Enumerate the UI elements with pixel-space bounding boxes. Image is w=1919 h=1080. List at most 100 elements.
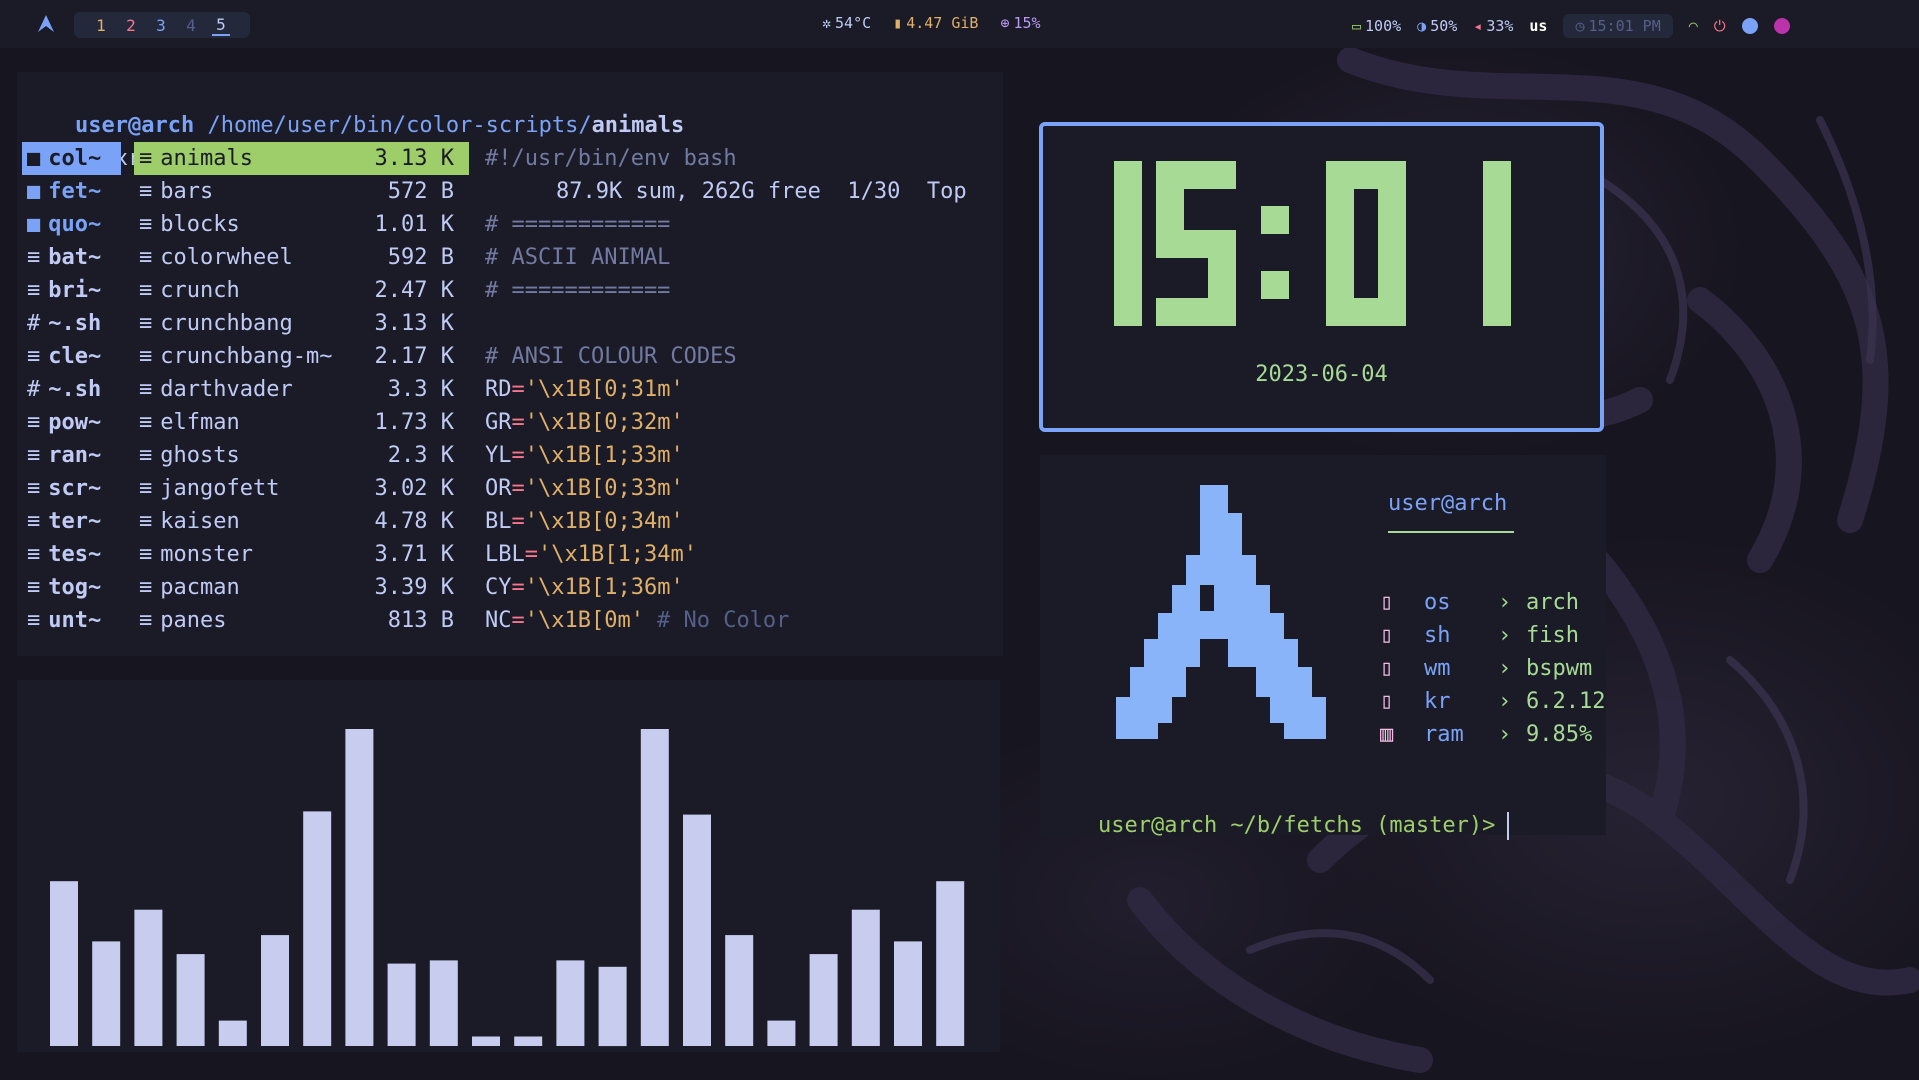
workspace-4[interactable]: 4 bbox=[182, 16, 200, 35]
file-icon: ≡ bbox=[139, 146, 153, 171]
brightness-stat[interactable]: ◑ 50% bbox=[1417, 17, 1457, 35]
preview-line: LBL='\x1B[1;34m' bbox=[485, 538, 697, 571]
var-value: '\x1B[0;31m' bbox=[524, 377, 684, 402]
volume-stat[interactable]: ◂ 33% bbox=[1473, 17, 1513, 35]
file-name: jangofett bbox=[160, 476, 280, 501]
file-name: blocks bbox=[160, 212, 240, 237]
parent-item[interactable]: ≡ tes~ bbox=[27, 538, 101, 571]
workspace-3[interactable]: 3 bbox=[152, 16, 170, 35]
visualizer-bar bbox=[598, 966, 627, 1047]
app-icon[interactable] bbox=[1773, 18, 1790, 34]
file-icon: ≡ bbox=[139, 179, 153, 204]
parent-item[interactable]: ■ fet~ bbox=[27, 175, 101, 208]
file-item[interactable]: ≡ ghosts 2.3 K bbox=[139, 439, 464, 472]
file-item[interactable]: ≡ kaisen 4.78 K bbox=[139, 505, 464, 538]
parent-item[interactable]: # ~.sh bbox=[27, 373, 101, 406]
preview-text: # ASCII ANIMAL bbox=[485, 245, 671, 270]
folder-icon: ■ bbox=[27, 146, 41, 171]
folder-icon: ■ bbox=[27, 179, 41, 204]
fetch-underline bbox=[1388, 531, 1514, 533]
workspace-5[interactable]: 5 bbox=[212, 15, 230, 36]
preview-line: GR='\x1B[0;32m' bbox=[485, 406, 684, 439]
bar-clock[interactable]: ◷ 15:01 PM bbox=[1563, 14, 1673, 38]
parent-item[interactable]: ■ col~ bbox=[27, 142, 101, 175]
wifi-icon[interactable]: ◠ bbox=[1689, 17, 1698, 35]
var-name: CY bbox=[485, 575, 512, 600]
file-item[interactable]: ≡ darthvader 3.3 K bbox=[139, 373, 464, 406]
power-icon[interactable]: ⏻ bbox=[1714, 17, 1726, 35]
file-item[interactable]: ≡ blocks 1.01 K bbox=[139, 208, 464, 241]
parent-item[interactable]: ■ quo~ bbox=[27, 208, 101, 241]
parent-item[interactable]: ≡ unt~ bbox=[27, 604, 101, 637]
file-item[interactable]: ≡ crunchbang 3.13 K bbox=[139, 307, 464, 340]
nerd-glyph-icon: ▯ bbox=[1380, 623, 1394, 648]
parent-item[interactable]: ≡ ter~ bbox=[27, 505, 101, 538]
visualizer-bar bbox=[725, 935, 754, 1046]
clock-icon: ◷ bbox=[1575, 17, 1585, 35]
file-size: 4.78 K bbox=[374, 509, 454, 534]
fetch-key: os bbox=[1424, 590, 1451, 615]
file-item[interactable]: ≡ jangofett 3.02 K bbox=[139, 472, 464, 505]
file-name: crunch bbox=[160, 278, 240, 303]
preview-line: YL='\x1B[1;33m' bbox=[485, 439, 684, 472]
parent-item[interactable]: # ~.sh bbox=[27, 307, 101, 340]
preview-text: # ANSI COLOUR CODES bbox=[485, 344, 737, 369]
parent-item[interactable]: ≡ scr~ bbox=[27, 472, 101, 505]
parent-item-name: col~ bbox=[48, 146, 102, 171]
file-icon: ≡ bbox=[27, 410, 41, 435]
clock-digit-0 bbox=[1326, 161, 1406, 326]
file-name: colorwheel bbox=[160, 245, 293, 270]
file-item[interactable]: ≡ animals 3.13 K bbox=[139, 142, 464, 175]
file-item[interactable]: ≡ elfman 1.73 K bbox=[139, 406, 464, 439]
workspace-1[interactable]: 1 bbox=[92, 16, 110, 35]
fetch-prompt[interactable]: user@arch ~/b/fetchs (master)> bbox=[1045, 787, 1510, 865]
visualizer-bar bbox=[894, 941, 922, 1046]
var-name: LBL bbox=[485, 542, 525, 567]
var-name: NC bbox=[485, 608, 512, 633]
parent-item[interactable]: ≡ cle~ bbox=[27, 340, 101, 373]
parent-item[interactable]: ≡ bri~ bbox=[27, 274, 101, 307]
visualizer-bar bbox=[429, 960, 458, 1046]
file-icon: ≡ bbox=[139, 410, 153, 435]
clock-digit-last bbox=[1483, 161, 1511, 326]
parent-item[interactable]: ≡ bat~ bbox=[27, 241, 101, 274]
parent-item-name: pow~ bbox=[48, 410, 102, 435]
parent-item-name: scr~ bbox=[48, 476, 102, 501]
arch-logo-icon[interactable] bbox=[36, 14, 56, 34]
battery-icon: ▭ bbox=[1352, 17, 1362, 35]
file-item[interactable]: ≡ crunchbang-m~ 2.17 K bbox=[139, 340, 464, 373]
arch-ascii-logo bbox=[1116, 485, 1326, 739]
keyboard-layout[interactable]: us bbox=[1529, 17, 1547, 35]
file-item[interactable]: ≡ bars 572 B bbox=[139, 175, 464, 208]
equals-sign: = bbox=[511, 377, 525, 402]
fetch-row: ▯ wm › bspwm bbox=[1380, 656, 1592, 681]
preview-text: # ============ bbox=[485, 212, 671, 237]
file-item[interactable]: ≡ monster 3.71 K bbox=[139, 538, 464, 571]
parent-item[interactable]: ≡ ran~ bbox=[27, 439, 101, 472]
browser-icon[interactable] bbox=[1741, 18, 1758, 34]
parent-item[interactable]: ≡ tog~ bbox=[27, 571, 101, 604]
workspace-2[interactable]: 2 bbox=[122, 16, 140, 35]
file-icon: ≡ bbox=[139, 344, 153, 369]
file-size: 3.71 K bbox=[374, 542, 454, 567]
file-name: crunchbang-m~ bbox=[160, 344, 333, 369]
file-item[interactable]: ≡ colorwheel 592 B bbox=[139, 241, 464, 274]
parent-item[interactable]: ≡ pow~ bbox=[27, 406, 101, 439]
var-name: OR bbox=[485, 476, 512, 501]
battery-stat[interactable]: ▭ 100% bbox=[1352, 17, 1401, 35]
file-size: 3.13 K bbox=[374, 146, 454, 171]
clock-digit-1 bbox=[1114, 161, 1142, 326]
var-name: GR bbox=[485, 410, 512, 435]
snowflake-icon: ✲ bbox=[822, 14, 832, 32]
cpu-stat: ⊕ 15% bbox=[1000, 14, 1041, 32]
file-item[interactable]: ≡ pacman 3.39 K bbox=[139, 571, 464, 604]
file-icon: ≡ bbox=[27, 608, 41, 633]
visualizer-bar bbox=[92, 941, 121, 1046]
file-item[interactable]: ≡ crunch 2.47 K bbox=[139, 274, 464, 307]
chevron-right-icon: › bbox=[1498, 590, 1512, 615]
file-item[interactable]: ≡ panes 813 B bbox=[139, 604, 464, 637]
file-icon: ≡ bbox=[139, 245, 153, 270]
preview-line: OR='\x1B[0;33m' bbox=[485, 472, 684, 505]
clock-window: 2023-06-04 bbox=[1039, 122, 1604, 432]
visualizer-bar bbox=[683, 814, 711, 1046]
